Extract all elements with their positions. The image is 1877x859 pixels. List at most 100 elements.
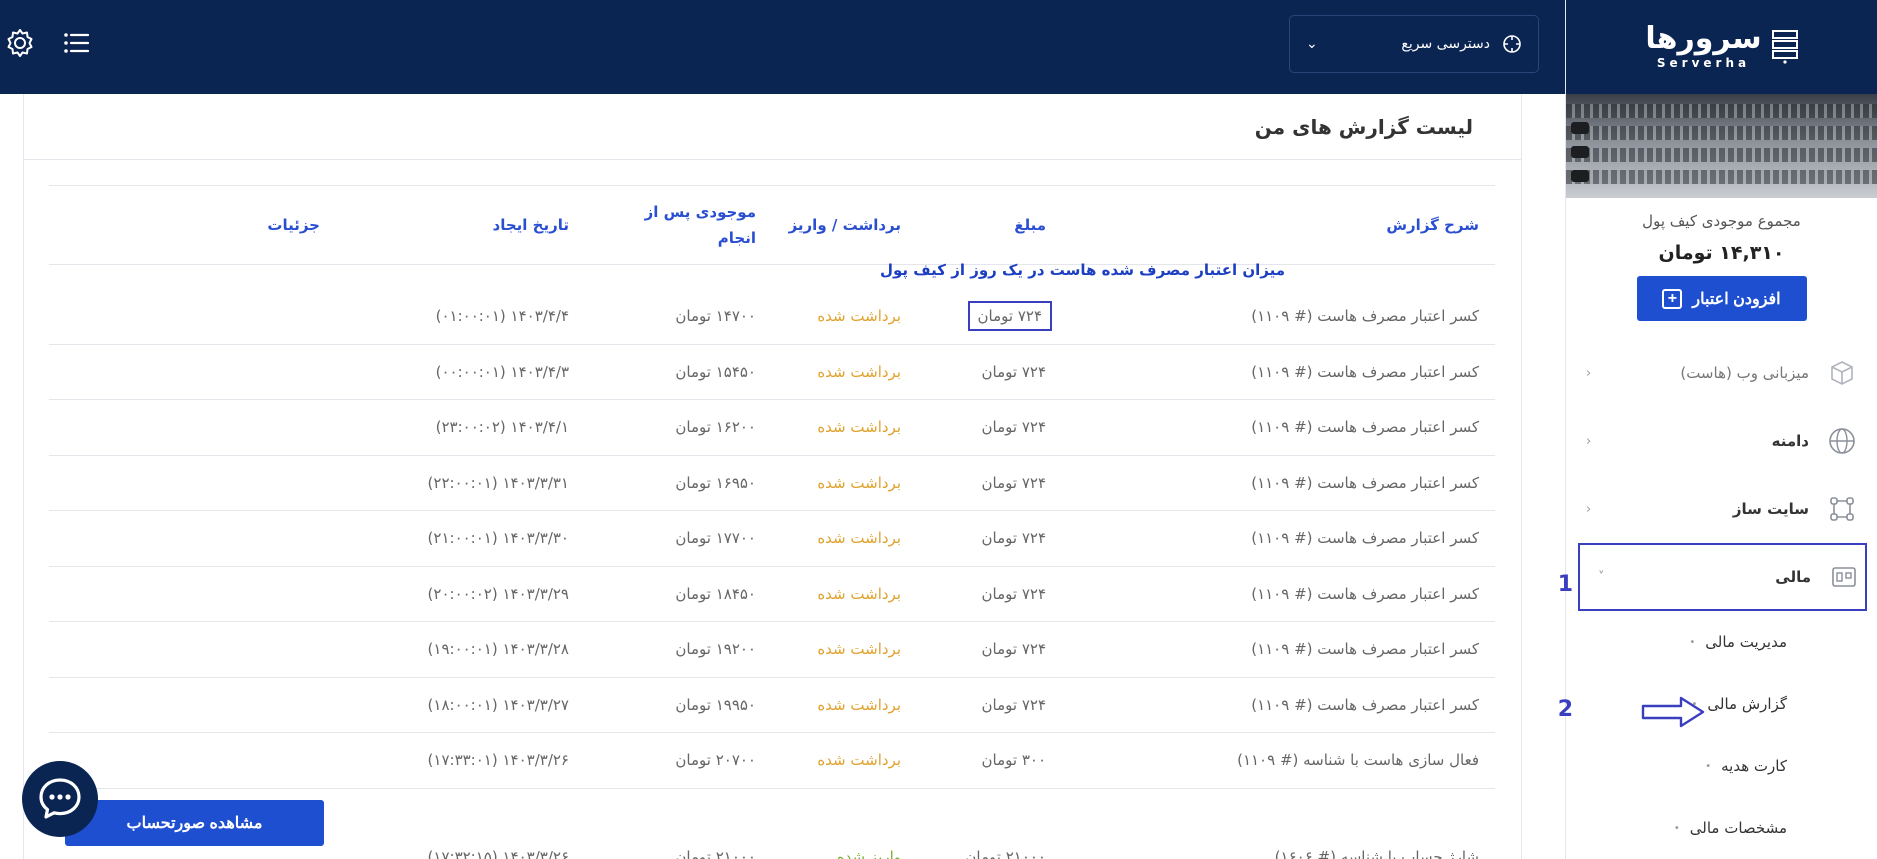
submenu-item-label: گزارش مالی xyxy=(1707,695,1787,713)
table-row: کسر اعتبار مصرف هاست (# ۱۱۰۹) ۷۲۴ تومان … xyxy=(49,289,1495,345)
sidebar-item-finance[interactable]: مالی ˅ xyxy=(1578,543,1867,611)
column-header-date: تاریخ ایجاد xyxy=(492,216,569,234)
sidebar-item-hosting[interactable]: میزبانی وب (هاست) ‹ xyxy=(1566,339,1877,407)
server-icon xyxy=(1771,30,1798,64)
table-header: شرح گزارش مبلغ برداشت / واریز موجودی پس … xyxy=(49,185,1495,265)
row-description: کسر اعتبار مصرف هاست (# ۱۱۰۹) xyxy=(1251,529,1479,548)
brand-name-en: Serverha xyxy=(1656,56,1751,70)
row-type: برداشت شده xyxy=(817,584,901,603)
puzzle-icon xyxy=(1827,494,1857,524)
wallet-icon xyxy=(1829,562,1859,592)
table-row: فعال سازی هاست با شناسه (# ۱۱۰۹) ۳۰۰ توم… xyxy=(49,733,1495,789)
row-type: برداشت شده xyxy=(817,695,901,714)
brand-logo[interactable]: سرورها Serverha xyxy=(1645,21,1798,70)
row-balance: ۱۵۴۵۰ تومان xyxy=(675,362,756,381)
view-statement-button[interactable]: مشاهده صورتحساب xyxy=(65,800,324,846)
bullet-icon: • xyxy=(1689,636,1696,648)
quick-access-label: دسترسی سریع xyxy=(1401,36,1490,52)
submenu-item-finance-details[interactable]: مشخصات مالی • xyxy=(1566,797,1787,859)
reports-card: لیست گزارش های من شرح گزارش مبلغ برداشت … xyxy=(23,94,1522,859)
table-row: کسر اعتبار مصرف هاست (# ۱۱۰۹) ۷۲۴ تومان … xyxy=(49,456,1495,511)
row-description: کسر اعتبار مصرف هاست (# ۱۱۰۹) xyxy=(1251,695,1479,714)
sidebar-item-label: دامنه xyxy=(1771,432,1809,450)
submenu-item-finance-management[interactable]: مدیریت مالی • xyxy=(1566,611,1787,673)
submenu-item-label: مدیریت مالی xyxy=(1705,633,1787,651)
row-type: برداشت شده xyxy=(817,418,901,437)
chat-bubble-icon xyxy=(39,778,81,819)
row-type: برداشت شده xyxy=(817,307,901,326)
row-description: کسر اعتبار مصرف هاست (# ۱۱۰۹) xyxy=(1251,307,1479,326)
column-header-amount: مبلغ xyxy=(1014,216,1046,234)
bullet-icon: • xyxy=(1673,822,1680,834)
row-balance: ۲۱۰۰۰ تومان xyxy=(675,847,756,859)
sidebar-item-label: سایت ساز xyxy=(1732,500,1809,518)
row-balance: ۱۹۲۰۰ تومان xyxy=(675,640,756,659)
row-balance: ۱۹۹۵۰ تومان xyxy=(675,695,756,714)
row-balance: ۱۴۷۰۰ تومان xyxy=(675,307,756,326)
page-title: لیست گزارش های من xyxy=(24,94,1521,160)
chat-button[interactable] xyxy=(22,761,98,837)
add-credit-button[interactable]: افزودن اعتبار + xyxy=(1636,276,1807,321)
table-row: کسر اعتبار مصرف هاست (# ۱۱۰۹) ۷۲۴ تومان … xyxy=(49,622,1495,678)
row-date: ۱۴۰۳/۳/۳۰ (۲۱:۰۰:۰۱) xyxy=(427,529,569,548)
row-amount: ۷۲۴ تومان xyxy=(981,418,1046,437)
row-date: ۱۴۰۳/۳/۲۷ (۱۸:۰۰:۰۱) xyxy=(427,695,569,714)
row-date: ۱۴۰۳/۴/۳ (۰۰:۰۰:۰۱) xyxy=(435,362,569,381)
top-bar: دسترسی سریع ⌄ xyxy=(0,0,1565,94)
table-row: کسر اعتبار مصرف هاست (# ۱۱۰۹) ۷۲۴ تومان … xyxy=(49,678,1495,733)
row-type: برداشت شده xyxy=(817,529,901,548)
row-description: فعال سازی هاست با شناسه (# ۱۱۰۹) xyxy=(1237,751,1479,770)
row-balance: ۱۶۲۰۰ تومان xyxy=(675,418,756,437)
row-description: کسر اعتبار مصرف هاست (# ۱۱۰۹) xyxy=(1251,640,1479,659)
sidebar-item-label: میزبانی وب (هاست) xyxy=(1680,364,1809,382)
sidebar-item-label: مالی xyxy=(1775,568,1811,586)
row-amount: ۲۱۰۰۰ تومان xyxy=(965,847,1046,859)
table-row: کسر اعتبار مصرف هاست (# ۱۱۰۹) ۷۲۴ تومان … xyxy=(49,400,1495,456)
sidebar: سرورها Serverha مجموع موجودی کیف پول ۱۴,… xyxy=(1565,0,1877,859)
sidebar-item-site-builder[interactable]: سایت ساز ‹ xyxy=(1566,475,1877,543)
gear-icon[interactable] xyxy=(4,27,36,59)
chevron-left-icon: ‹ xyxy=(1586,433,1592,449)
cube-icon xyxy=(1827,358,1857,388)
table-row: کسر اعتبار مصرف هاست (# ۱۱۰۹) ۷۲۴ تومان … xyxy=(49,567,1495,622)
row-date: ۱۴۰۳/۳/۳۱ (۲۲:۰۰:۰۱) xyxy=(427,473,569,492)
view-statement-label: مشاهده صورتحساب xyxy=(126,815,263,832)
server-rack-image xyxy=(1566,94,1877,198)
column-header-description: شرح گزارش xyxy=(1386,216,1479,234)
add-credit-label: افزودن اعتبار xyxy=(1692,290,1781,308)
wallet-amount: ۱۴,۳۱۰ تومان xyxy=(1658,242,1785,264)
submenu-item-label: کارت هدیه xyxy=(1721,757,1787,775)
row-balance: ۱۷۷۰۰ تومان xyxy=(675,529,756,548)
brand-name-fa: سرورها xyxy=(1645,21,1762,56)
sidebar-item-domain[interactable]: دامنه ‹ xyxy=(1566,407,1877,475)
quick-access-dropdown[interactable]: دسترسی سریع ⌄ xyxy=(1289,15,1539,73)
chevron-down-icon: ⌄ xyxy=(1306,36,1318,52)
row-type: برداشت شده xyxy=(817,640,901,659)
column-header-details: جزئیات xyxy=(267,216,320,234)
bullet-icon: • xyxy=(1705,760,1712,772)
row-description: کسر اعتبار مصرف هاست (# ۱۱۰۹) xyxy=(1251,418,1479,437)
row-amount: ۳۰۰ تومان xyxy=(981,751,1046,770)
list-menu-icon[interactable] xyxy=(60,27,92,59)
row-description: کسر اعتبار مصرف هاست (# ۱۱۰۹) xyxy=(1251,473,1479,492)
row-balance: ۱۶۹۵۰ تومان xyxy=(675,473,756,492)
row-amount: ۷۲۴ تومان xyxy=(981,473,1046,492)
row-date: ۱۴۰۳/۳/۲۶ (۱۷:۳۳:۰۱) xyxy=(427,751,569,770)
wallet-summary: مجموع موجودی کیف پول ۱۴,۳۱۰ تومان افزودن… xyxy=(1566,198,1877,321)
row-date: ۱۴۰۳/۳/۲۹ (۲۰:۰۰:۰۲) xyxy=(427,584,569,603)
row-date: ۱۴۰۳/۴/۱ (۲۳:۰۰:۰۲) xyxy=(435,418,569,437)
row-type: برداشت شده xyxy=(817,473,901,492)
wallet-title: مجموع موجودی کیف پول xyxy=(1642,212,1801,230)
column-header-balance: موجودی پس از انجام xyxy=(644,203,756,247)
crosshair-icon xyxy=(1503,35,1521,53)
submenu-item-gift-card[interactable]: کارت هدیه • xyxy=(1566,735,1787,797)
row-amount: ۷۲۴ تومان xyxy=(981,695,1046,714)
globe-icon xyxy=(1827,426,1857,456)
finance-submenu: مدیریت مالی • گزارش مالی • کارت هدیه • م… xyxy=(1566,611,1877,859)
row-description: کسر اعتبار مصرف هاست (# ۱۱۰۹) xyxy=(1251,362,1479,381)
row-type: برداشت شده xyxy=(817,362,901,381)
row-amount: ۷۲۴ تومان xyxy=(981,529,1046,548)
row-amount: ۷۲۴ تومان xyxy=(981,640,1046,659)
row-balance: ۲۰۷۰۰ تومان xyxy=(675,751,756,770)
row-balance: ۱۸۴۵۰ تومان xyxy=(675,584,756,603)
